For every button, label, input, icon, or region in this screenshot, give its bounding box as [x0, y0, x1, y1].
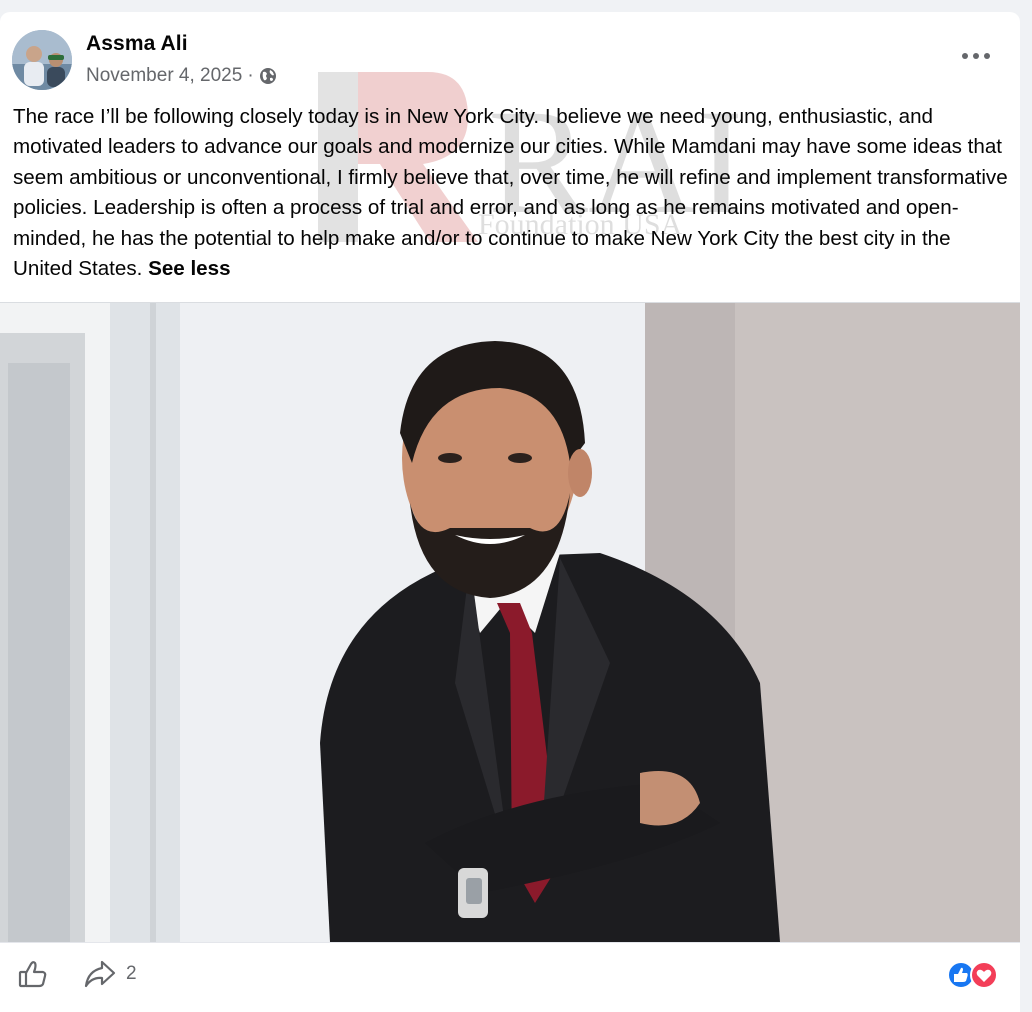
author-name[interactable]: Assma Ali [86, 32, 188, 56]
avatar[interactable] [12, 30, 72, 90]
love-reaction-icon [970, 961, 998, 989]
share-count: 2 [126, 963, 137, 984]
reactions-summary[interactable] [946, 960, 1000, 990]
post-date[interactable]: November 4, 2025 [86, 65, 242, 87]
thumbs-up-icon [18, 961, 47, 988]
like-button[interactable] [18, 957, 48, 991]
post-meta: November 4, 2025 · [86, 65, 277, 87]
share-arrow-icon [84, 960, 116, 988]
post-text: The race I’ll be following closely today… [13, 102, 1013, 284]
post-card: Assma Ali November 4, 2025 · RAIR Founda… [0, 12, 1020, 1012]
post-actions-bar: 2 [0, 942, 1020, 1012]
post-photo[interactable] [0, 302, 1020, 942]
see-less-link[interactable]: See less [148, 257, 230, 280]
share-button[interactable]: 2 [84, 957, 137, 991]
more-options-icon[interactable] [962, 46, 990, 66]
globe-icon[interactable] [259, 67, 277, 85]
post-body: The race I’ll be following closely today… [13, 105, 1008, 281]
meta-separator: · [247, 65, 254, 86]
